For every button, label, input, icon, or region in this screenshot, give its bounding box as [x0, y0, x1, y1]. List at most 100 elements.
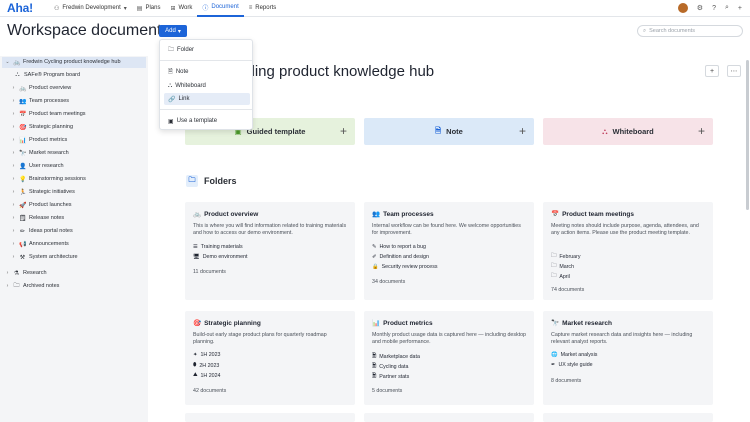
menu-item-note[interactable]: 🗎 Note	[164, 66, 250, 78]
folder-card-link[interactable]: ☰ Training materials	[193, 244, 243, 250]
chevron-right-icon[interactable]: ›	[11, 254, 16, 260]
folder-card-link[interactable]: ⛰ 1H 2024	[193, 372, 220, 379]
sidebar-item-ideas-portal[interactable]: › ✏ Ideas portal notes	[11, 226, 73, 237]
sidebar-item-market-research[interactable]: › 🔭 Market research	[11, 148, 69, 159]
folder-card-link[interactable]: 🗀 March	[551, 262, 574, 271]
menu-item-whiteboard[interactable]: ⛬ Whiteboard	[164, 80, 250, 92]
chevron-right-icon[interactable]: ›	[11, 241, 16, 247]
whiteboard-template-card[interactable]: ⛬ Whiteboard +	[543, 118, 713, 145]
folder-card-link[interactable]: ✦ 1H 2023	[193, 352, 220, 358]
chevron-right-icon[interactable]: ›	[11, 98, 16, 104]
folder-card-link[interactable]: 🗎 Marketplace data	[372, 352, 420, 361]
search-icon[interactable]: ⌕	[725, 4, 729, 12]
folder-card-link[interactable]: ✒ UX style guide	[551, 362, 593, 368]
menu-item-use-template[interactable]: ▣ Use a template	[164, 115, 250, 127]
folder-card-product-metrics[interactable]: 📊 Product metrics Monthly product usage …	[364, 311, 534, 405]
folder-card-link[interactable]: 🗎 Cycling data	[372, 362, 408, 371]
search-input[interactable]	[649, 28, 735, 34]
folder-card-link[interactable]: 🗀 April	[551, 272, 570, 281]
tab-reports[interactable]: ≡ Reports	[244, 0, 282, 17]
sidebar-item-product-metrics[interactable]: › 📊 Product metrics	[11, 135, 68, 146]
workspace-switcher[interactable]: ⚇ Fredwin Development ▾	[49, 0, 132, 17]
add-button[interactable]: Add ▾	[159, 25, 187, 37]
chevron-right-icon[interactable]: ›	[5, 270, 10, 276]
sidebar-item-strategic-initiatives[interactable]: › 🏃 Strategic initiatives	[11, 187, 75, 198]
note-template-card[interactable]: 🗎 Note +	[364, 118, 534, 145]
sidebar-item-research[interactable]: › ⚗ Research	[5, 268, 47, 279]
chevron-right-icon[interactable]: ›	[11, 150, 16, 156]
folder-card-title[interactable]: 📅 Product team meetings	[551, 210, 634, 219]
folder-card-link[interactable]: 🗀 February	[551, 252, 581, 261]
menu-item-label: Link	[178, 96, 190, 102]
sidebar-item-product-overview[interactable]: › 🚲 Product overview	[11, 83, 72, 94]
menu-item-folder[interactable]: 🗀 Folder	[164, 44, 250, 56]
chevron-right-icon[interactable]: ›	[11, 215, 16, 221]
work-icon: ⊞	[170, 5, 176, 12]
sidebar-item-archived-notes[interactable]: › 🗀 Archived notes	[5, 281, 60, 292]
folder-card-title-text: Team processes	[383, 210, 434, 218]
sidebar-item-brainstorming[interactable]: › 💡 Brainstorming sessions	[11, 174, 86, 185]
plus-icon: +	[518, 124, 526, 138]
folder-card-link[interactable]: 🔒 Security review process	[372, 264, 438, 270]
sidebar-item-release-notes[interactable]: › 🗒 Release notes	[11, 213, 65, 224]
scrollbar[interactable]	[746, 60, 749, 210]
folder-card-link[interactable]: 🌐 Market analysis	[551, 352, 597, 358]
sidebar-item-knowledge-hub[interactable]: ⌄ 🚲 Fredwin Cycling product knowledge hu…	[2, 57, 146, 68]
menu-item-link[interactable]: 🔗 Link	[164, 93, 250, 105]
folder-card-market-research[interactable]: 🔭 Market research Capture market researc…	[543, 311, 713, 405]
folder-card-link[interactable]: 🗎 Partner stats	[372, 372, 409, 381]
pin-icon: ⬮	[193, 362, 197, 368]
folder-card-link-text: 1H 2024	[200, 372, 221, 379]
team-icon: 👥	[19, 98, 27, 105]
chevron-right-icon[interactable]: ›	[11, 202, 16, 208]
folder-card-link[interactable]: ✎ How to report a bug	[372, 244, 426, 250]
help-icon[interactable]: ?	[712, 5, 716, 12]
sidebar-item-strategic-planning[interactable]: › 🎯 Strategic planning	[11, 122, 73, 133]
folder-card-product-overview[interactable]: 🚲 Product overview This is where you wil…	[185, 202, 355, 300]
sidebar-item-system-architecture[interactable]: › ⚒ System architecture	[11, 252, 78, 263]
chevron-right-icon[interactable]: ›	[11, 163, 16, 169]
chevron-right-icon[interactable]: ›	[11, 189, 16, 195]
plus-icon[interactable]: +	[738, 5, 742, 12]
tab-document[interactable]: ⓘ Document	[197, 0, 244, 17]
tab-plans[interactable]: ▤ Plans	[132, 0, 166, 17]
folder-card-count: 42 documents	[193, 388, 227, 394]
user-avatar[interactable]	[677, 3, 688, 13]
folder-card-partial[interactable]	[185, 413, 355, 422]
chevron-right-icon[interactable]: ›	[11, 85, 16, 91]
chevron-right-icon[interactable]: ›	[11, 124, 16, 130]
settings-icon[interactable]: ⚙	[697, 4, 703, 12]
folder-card-title[interactable]: 🚲 Product overview	[193, 210, 258, 219]
folder-card-partial[interactable]	[543, 413, 713, 422]
tab-work[interactable]: ⊞ Work	[165, 0, 197, 17]
folder-card-title[interactable]: 📊 Product metrics	[372, 319, 433, 328]
aha-logo[interactable]: Aha!	[7, 1, 43, 15]
folder-card-strategic-planning[interactable]: 🎯 Strategic planning Build-out early sta…	[185, 311, 355, 405]
folder-card-product-team-meetings[interactable]: 📅 Product team meetings Meeting notes sh…	[543, 202, 713, 300]
chevron-right-icon[interactable]: ›	[11, 228, 16, 234]
sidebar-item-user-research[interactable]: › 👤 User research	[11, 161, 64, 172]
search-box[interactable]: ⌕	[637, 25, 743, 37]
chevron-right-icon[interactable]: ›	[11, 137, 16, 143]
sidebar-item-product-launches[interactable]: › 🚀 Product launches	[11, 200, 72, 211]
sidebar-item-product-team-meetings[interactable]: › 📅 Product team meetings	[11, 109, 86, 120]
folder-card-team-processes[interactable]: 👥 Team processes Internal workflow can b…	[364, 202, 534, 300]
template-icon: ▣	[168, 118, 174, 125]
folder-card-link[interactable]: ⬮ 2H 2023	[193, 362, 219, 369]
chevron-right-icon[interactable]: ›	[11, 111, 16, 117]
chevron-down-icon[interactable]: ⌄	[5, 59, 10, 65]
folder-card-link-text: 2H 2023	[199, 362, 220, 369]
folder-card-partial[interactable]	[364, 413, 534, 422]
add-child-button[interactable]: +	[705, 65, 719, 77]
chevron-right-icon[interactable]: ›	[11, 176, 16, 182]
sidebar-item-announcements[interactable]: › 📢 Announcements	[11, 239, 69, 250]
sidebar-item-safe-board[interactable]: ⛬ SAFe® Program board	[14, 70, 80, 81]
chevron-right-icon[interactable]: ›	[5, 283, 10, 289]
sidebar-item-team-processes[interactable]: › 👥 Team processes	[11, 96, 69, 107]
folder-card-title[interactable]: 🎯 Strategic planning	[193, 319, 261, 328]
folder-card-link[interactable]: ✐ Definition and design	[372, 254, 429, 260]
folder-card-title[interactable]: 👥 Team processes	[372, 210, 434, 219]
more-options-button[interactable]: ⋯	[727, 65, 741, 77]
folder-card-title[interactable]: 🔭 Market research	[551, 319, 612, 328]
folder-card-link[interactable]: 🖥 Demo environment	[193, 254, 247, 260]
